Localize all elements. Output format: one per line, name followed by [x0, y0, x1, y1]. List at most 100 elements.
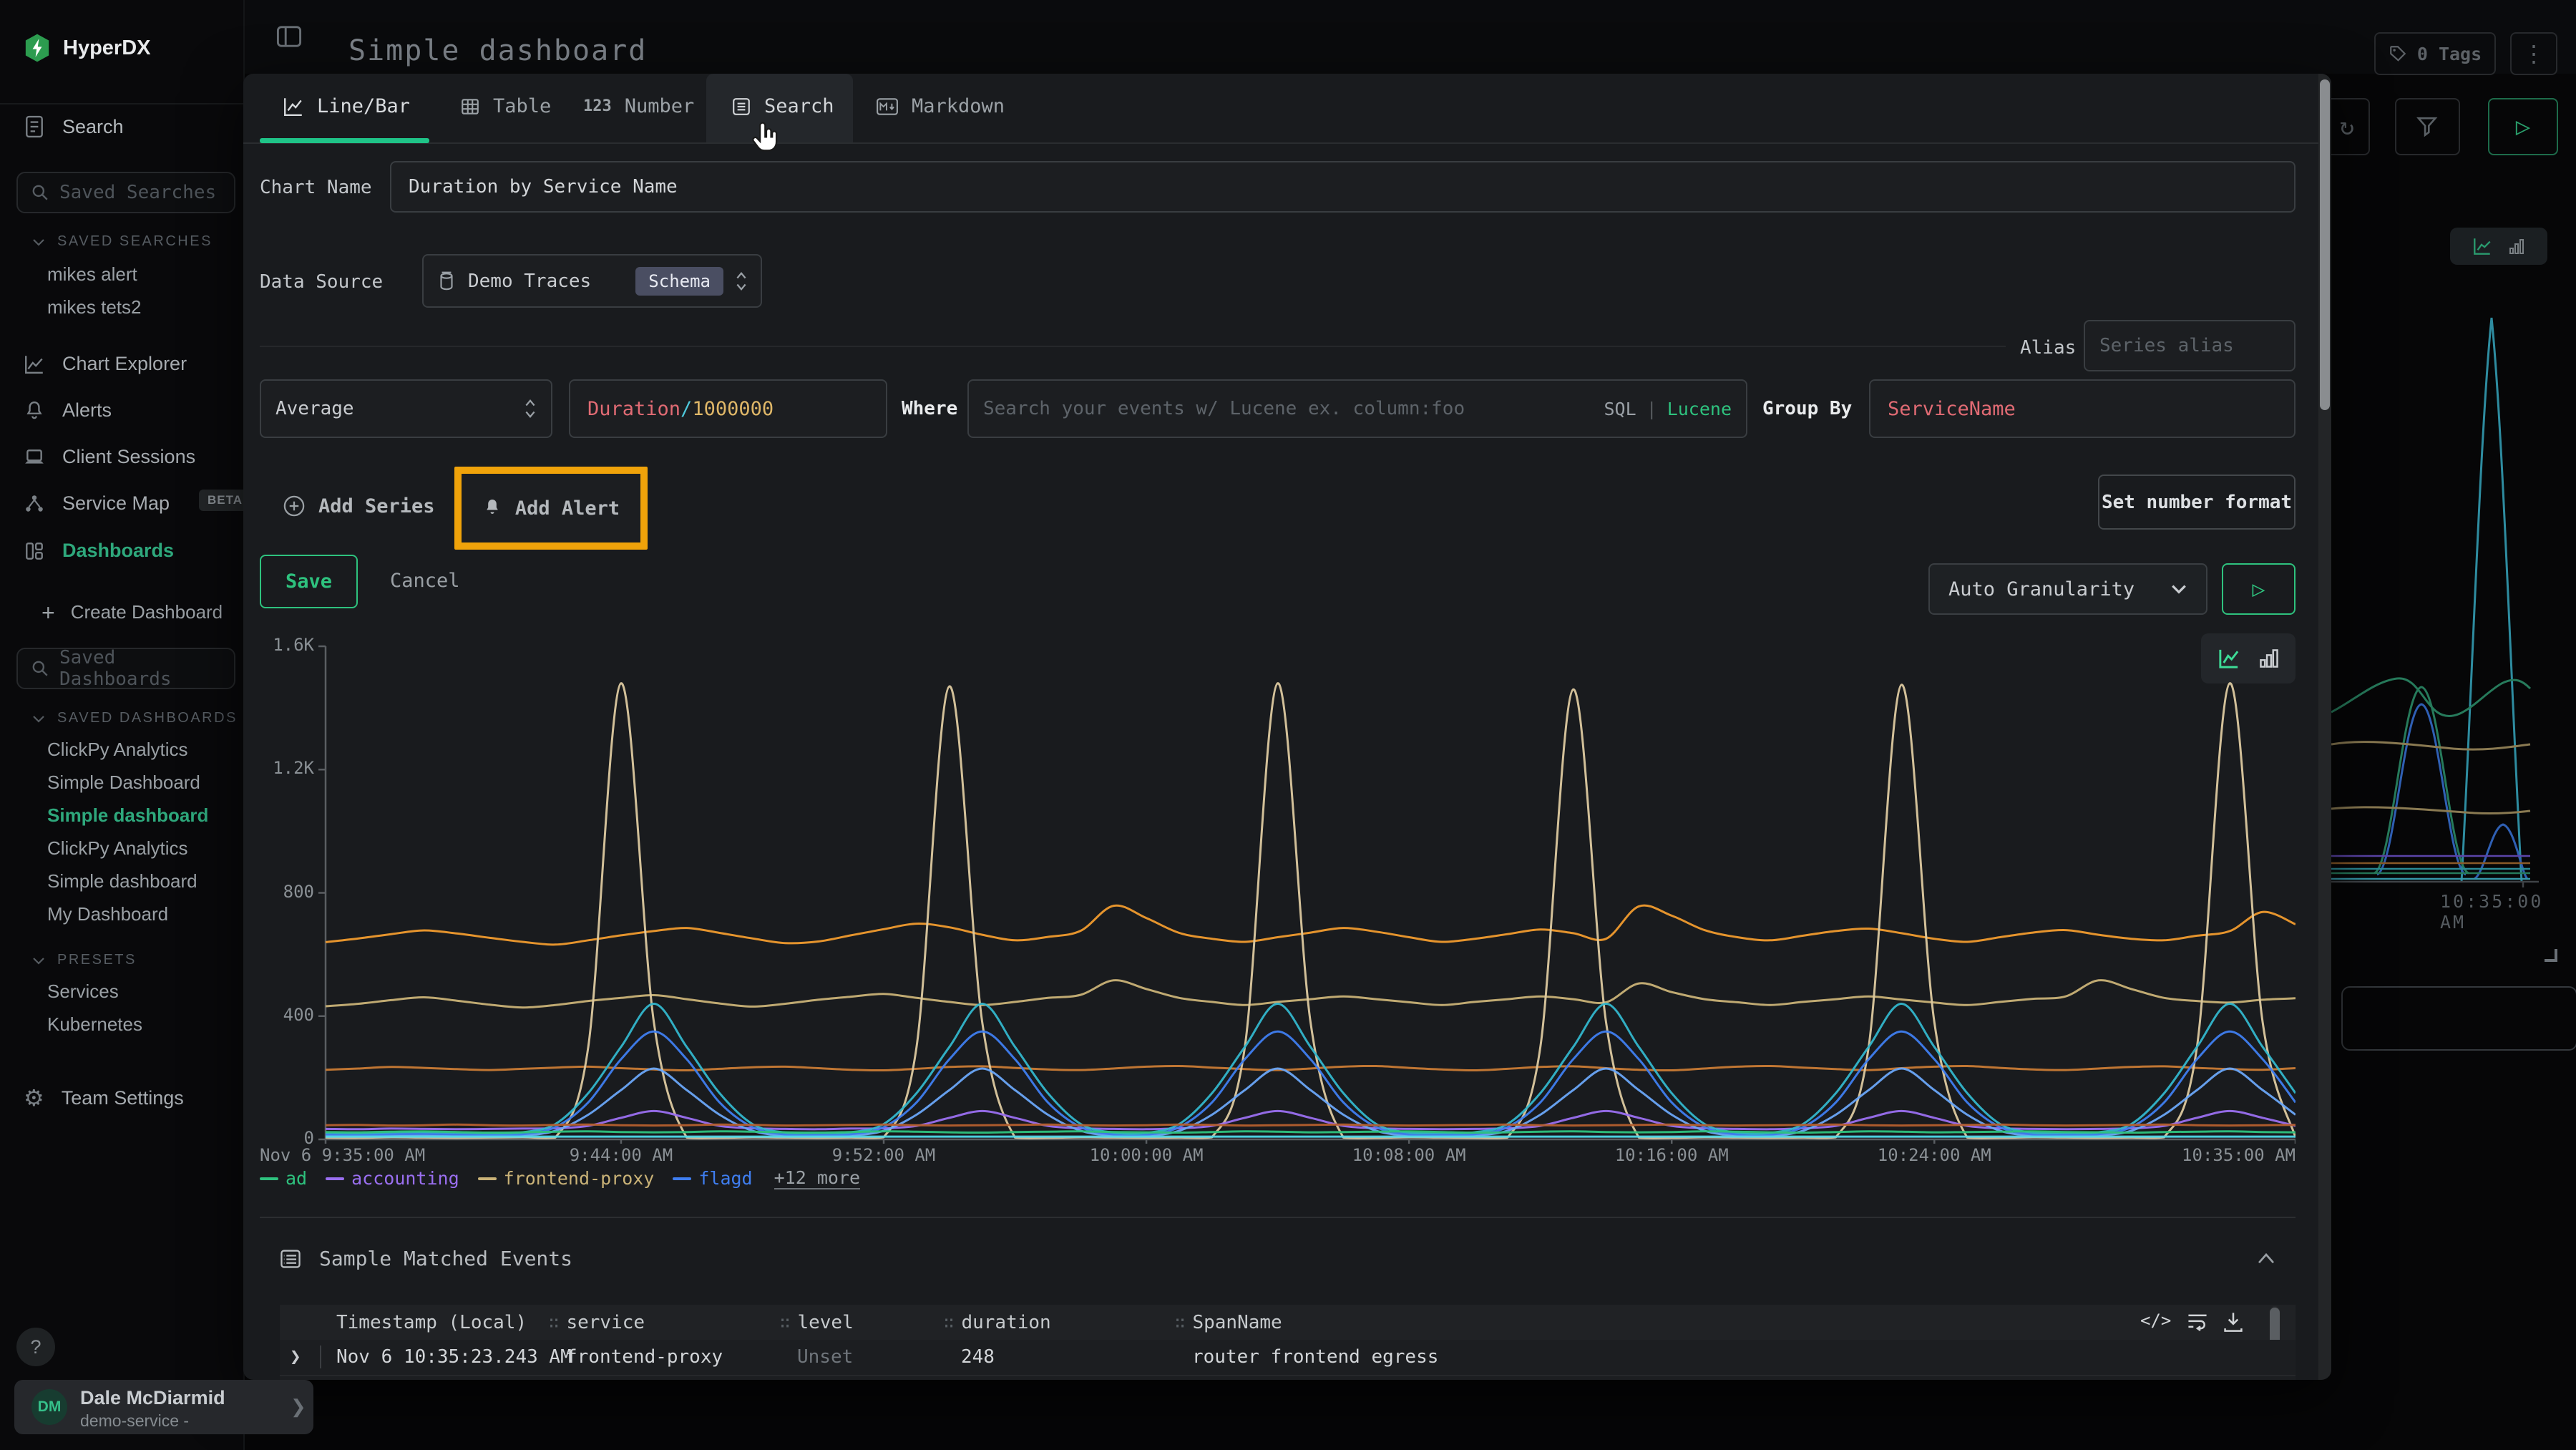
modal-scrollbar[interactable] — [2318, 74, 2331, 1380]
download-icon[interactable] — [2222, 1310, 2245, 1333]
granularity-select[interactable]: Auto Granularity — [1928, 563, 2207, 615]
tab-number[interactable]: 123 Number — [583, 95, 694, 117]
tab-line-bar[interactable]: Line/Bar — [283, 95, 410, 117]
drag-handle-icon[interactable]: ∷ — [1175, 1313, 1184, 1333]
chart-series-unlabeled — [326, 1124, 2296, 1125]
saved-dashboard-item[interactable]: ClickPy Analytics — [47, 837, 188, 860]
alias-input[interactable]: Series alias — [2084, 320, 2296, 371]
column-header-level[interactable]: ∷level — [780, 1312, 854, 1333]
tab-search[interactable]: Search — [731, 95, 834, 117]
topbar: Simple dashboard 0 Tags ⋮ ↻ ▷ — [243, 0, 2576, 74]
collapse-section-icon[interactable] — [2255, 1251, 2277, 1265]
column-header-service[interactable]: ∷service — [549, 1312, 645, 1333]
chart-name-value: Duration by Service Name — [409, 176, 678, 198]
help-button[interactable]: ? — [16, 1328, 55, 1366]
legend-more-link[interactable]: +12 more — [774, 1167, 860, 1189]
expression-input[interactable]: Duration/1000000 — [569, 379, 887, 438]
drag-handle-icon[interactable]: ∷ — [549, 1313, 557, 1333]
gear-icon: ⚙ — [24, 1086, 44, 1109]
legend-item-ad[interactable]: ad — [260, 1168, 307, 1189]
lucene-toggle[interactable]: Lucene — [1667, 399, 1732, 419]
column-header-duration[interactable]: ∷duration — [944, 1312, 1051, 1333]
saved-dashboard-item[interactable]: Simple dashboard — [47, 870, 197, 892]
create-dashboard-button[interactable]: + Create Dashboard — [42, 601, 223, 623]
run-chart-button[interactable]: ▷ — [2222, 563, 2296, 615]
modal-scrollbar-thumb[interactable] — [2320, 79, 2330, 410]
tab-label: Line/Bar — [317, 95, 410, 117]
save-button[interactable]: Save — [260, 555, 358, 608]
legend-swatch — [260, 1177, 278, 1180]
where-search-input[interactable]: Search your events w/ Lucene ex. column:… — [967, 379, 1747, 438]
sidebar-item-dashboards[interactable]: Dashboards — [24, 540, 174, 562]
background-axis-label: 10:35:00 AM — [2440, 891, 2576, 933]
sample-events-header: Sample Matched Events — [279, 1247, 572, 1270]
legend-item-frontend-proxy[interactable]: frontend-proxy — [478, 1168, 655, 1189]
sidebar-item-search[interactable]: Search — [24, 115, 124, 139]
sidebar-item-client-sessions[interactable]: Client Sessions — [24, 446, 195, 468]
page-menu-button[interactable]: ⋮ — [2510, 32, 2557, 75]
tab-markdown[interactable]: Markdown — [876, 95, 1005, 117]
resize-handle-icon[interactable] — [2545, 949, 2557, 962]
saved-searches-placeholder: Saved Searches — [59, 182, 216, 203]
set-number-format-button[interactable]: Set number format — [2098, 475, 2296, 530]
refresh-icon: ↻ — [2340, 112, 2354, 141]
saved-dashboard-item[interactable]: Simple Dashboard — [47, 772, 200, 794]
schema-badge[interactable]: Schema — [635, 267, 723, 296]
run-query-button[interactable]: ▷ — [2488, 98, 2558, 155]
group-by-input[interactable]: ServiceName — [1869, 379, 2296, 438]
saved-dashboard-item[interactable]: My Dashboard — [47, 903, 168, 925]
aggregation-select[interactable]: Average — [260, 379, 552, 438]
saved-dashboards-header[interactable]: SAVED DASHBOARDS — [31, 710, 238, 726]
column-header-spanname[interactable]: ∷SpanName — [1175, 1312, 1282, 1333]
table-icon — [460, 97, 480, 117]
saved-dashboards-placeholder: Saved Dashboards — [59, 647, 234, 690]
presets-header[interactable]: PRESETS — [31, 952, 137, 968]
user-card[interactable]: DM Dale McDiarmid demo-service - ❯ — [14, 1380, 313, 1434]
view-code-icon[interactable]: </> — [2140, 1310, 2171, 1330]
saved-searches-input[interactable]: Saved Searches — [16, 172, 235, 213]
tab-label: Markdown — [912, 95, 1005, 117]
column-header-timestamp[interactable]: Timestamp (Local) — [336, 1312, 527, 1333]
saved-dashboards-input[interactable]: Saved Dashboards — [16, 648, 235, 689]
sidebar-item-team-settings[interactable]: ⚙ Team Settings — [24, 1086, 184, 1109]
table-row[interactable]: ❯ Nov 6 10:35:23.243 AM frontend-proxy U… — [280, 1375, 2296, 1380]
add-alert-button[interactable]: Add Alert — [462, 474, 640, 542]
legend-item-flagd[interactable]: flagd — [673, 1168, 752, 1189]
saved-search-item[interactable]: mikes alert — [47, 263, 137, 286]
saved-dashboard-item-active[interactable]: Simple dashboard — [47, 804, 208, 827]
add-alert-label: Add Alert — [515, 497, 620, 520]
drag-handle-icon[interactable]: ∷ — [780, 1313, 789, 1333]
expand-row-icon[interactable]: ❯ — [290, 1346, 301, 1368]
sidebar-item-chart-explorer[interactable]: Chart Explorer — [24, 353, 187, 375]
tags-button[interactable]: 0 Tags — [2374, 32, 2496, 75]
sidebar-item-service-map[interactable]: Service Map BETA — [24, 492, 170, 515]
y-axis-tick-label: 800 — [260, 882, 314, 902]
x-axis-tick-label: 10:16:00 AM — [1615, 1145, 1729, 1165]
add-series-button[interactable]: Add Series — [283, 495, 435, 517]
data-source-select[interactable]: Demo Traces Schema — [422, 254, 762, 308]
plus-icon: + — [42, 603, 55, 622]
cancel-button[interactable]: Cancel — [390, 570, 460, 592]
sql-toggle[interactable]: SQL — [1604, 399, 1636, 419]
chevron-down-icon — [31, 237, 46, 247]
app-logo[interactable]: HyperDX — [23, 33, 151, 63]
preset-item-services[interactable]: Services — [47, 981, 119, 1003]
saved-search-item[interactable]: mikes tets2 — [47, 296, 142, 318]
table-header-row: Timestamp (Local) ∷service ∷level ∷durat… — [280, 1305, 2296, 1340]
timeseries-chart[interactable] — [260, 639, 2296, 1144]
filter-button[interactable] — [2395, 98, 2460, 155]
drag-handle-icon[interactable]: ∷ — [944, 1313, 952, 1333]
y-axis-tick-label: 400 — [260, 1005, 314, 1025]
saved-searches-header[interactable]: SAVED SEARCHES — [31, 233, 213, 250]
sidebar-item-alerts[interactable]: Alerts — [24, 399, 112, 422]
wrap-lines-icon[interactable] — [2186, 1310, 2209, 1333]
add-series-label: Add Series — [318, 495, 435, 517]
legend-item-accounting[interactable]: accounting — [326, 1168, 459, 1189]
preset-item-kubernetes[interactable]: Kubernetes — [47, 1013, 142, 1036]
chart-name-input[interactable]: Duration by Service Name — [390, 161, 2296, 213]
table-row[interactable]: ❯ Nov 6 10:35:23.243 AM frontend-proxy U… — [280, 1340, 2296, 1375]
saved-dashboard-item[interactable]: ClickPy Analytics — [47, 739, 188, 761]
sidebar-collapse-icon[interactable] — [276, 24, 302, 49]
line-chart-icon — [283, 96, 304, 117]
tab-table[interactable]: Table — [460, 95, 551, 117]
